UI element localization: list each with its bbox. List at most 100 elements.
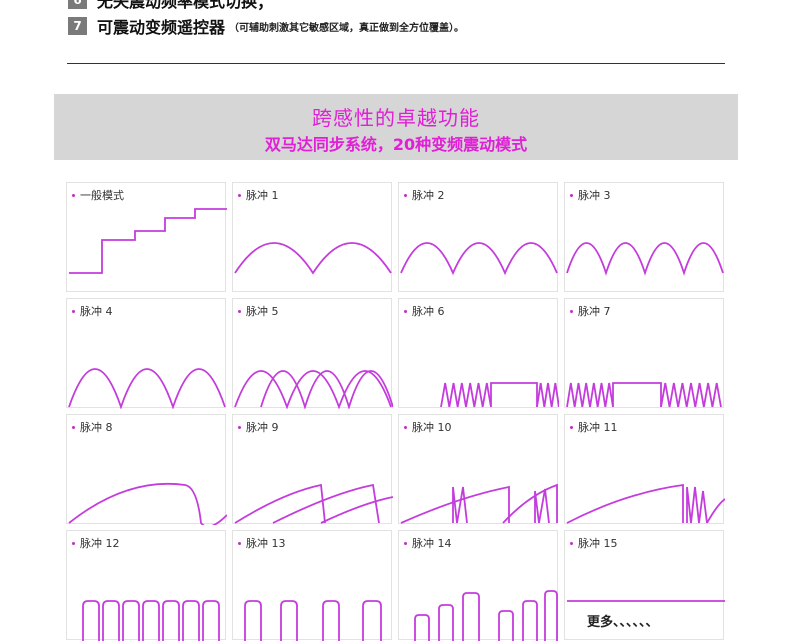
waveform-line — [498, 590, 558, 641]
waveform-line — [566, 483, 684, 524]
bullet-icon — [404, 193, 407, 197]
mode-tile: 一般模式 — [66, 182, 227, 292]
mode-tile: 脉冲 8 — [66, 414, 227, 525]
mode-label: 脉冲 10 — [404, 419, 452, 435]
waveform-line — [566, 242, 724, 276]
mode-label: 脉冲 8 — [72, 419, 113, 435]
mode-tile: 脉冲 10 — [398, 414, 558, 524]
mode-name: 一般模式 — [80, 189, 124, 202]
feature-note: （可辅助刺激其它敏感区域，真正做到全方位覆盖）。 — [229, 22, 465, 34]
mode-label: 脉冲 4 — [72, 303, 113, 319]
mode-name: 脉冲 2 — [412, 189, 445, 202]
waveform-line — [414, 592, 480, 641]
banner-subtitle: 双马达同步系统，20种变频震动模式 — [264, 135, 528, 154]
more-modes-text: 更多、、、、、、 — [587, 615, 659, 630]
bullet-icon — [72, 541, 75, 545]
waveform-line — [320, 496, 393, 524]
mode-tile: 脉冲 11 — [564, 414, 725, 524]
mode-tile: 脉冲 1 — [232, 182, 392, 292]
mode-tile: 脉冲 4 — [66, 298, 226, 409]
mode-label: 脉冲 14 — [404, 535, 452, 551]
feature-banner: 跨感性的卓越功能 双马达同步系统，20种变频震动模式 — [54, 94, 738, 160]
mode-name: 脉冲 7 — [578, 305, 611, 318]
waveform-line — [234, 370, 392, 409]
bullet-icon — [404, 541, 407, 545]
mode-name: 脉冲 6 — [412, 305, 445, 318]
mode-name: 脉冲 13 — [246, 537, 286, 550]
waveform-line — [400, 242, 558, 276]
mode-name: 脉冲 9 — [246, 421, 279, 434]
feature-title: 可震动变频遥控器 — [97, 18, 226, 37]
bullet-icon — [570, 309, 573, 313]
mode-tile: 脉冲 7 — [564, 298, 724, 408]
waveform-line — [244, 600, 382, 641]
mode-tile: 脉冲 14 — [398, 530, 558, 641]
mode-label: 脉冲 7 — [570, 303, 611, 319]
mode-label: 脉冲 11 — [570, 419, 618, 435]
banner-title: 跨感性的卓越功能 — [312, 106, 480, 130]
mode-name: 脉冲 11 — [578, 421, 618, 434]
waveform-line — [82, 600, 220, 641]
bullet-icon — [72, 193, 75, 197]
feature-item-7: 7 可震动变频遥控器 （可辅助刺激其它敏感区域，真正做到全方位覆盖）。 — [68, 16, 465, 37]
mode-tile: 脉冲 2 — [398, 182, 558, 292]
section-divider — [67, 63, 725, 64]
bullet-icon — [238, 309, 241, 313]
mode-label: 脉冲 2 — [404, 187, 445, 203]
mode-tile: 脉冲 13 — [232, 530, 392, 641]
mode-label: 脉冲 13 — [238, 535, 286, 551]
mode-tile: 脉冲 15 更多、、、、、、 — [564, 530, 725, 640]
mode-label: 一般模式 — [72, 187, 124, 203]
mode-name: 脉冲 4 — [80, 305, 113, 318]
waveform-line — [68, 368, 226, 409]
mode-name: 脉冲 10 — [412, 421, 452, 434]
mode-name: 脉冲 14 — [412, 537, 452, 550]
mode-name: 脉冲 12 — [80, 537, 120, 550]
mode-label: 脉冲 15 — [570, 535, 618, 551]
mode-label: 脉冲 6 — [404, 303, 445, 319]
number-badge: 7 — [68, 17, 87, 35]
waveform-line — [536, 382, 559, 408]
mode-name: 脉冲 15 — [578, 537, 618, 550]
mode-tile: 脉冲 6 — [398, 298, 559, 408]
bullet-icon — [404, 425, 407, 429]
mode-name: 脉冲 8 — [80, 421, 113, 434]
bullet-icon — [570, 425, 573, 429]
waveform-line — [440, 382, 538, 408]
mode-label: 脉冲 3 — [570, 187, 611, 203]
bullet-icon — [72, 309, 75, 313]
bullet-icon — [238, 541, 241, 545]
mode-name: 脉冲 3 — [578, 189, 611, 202]
bullet-icon — [72, 425, 75, 429]
waveform-line — [69, 208, 227, 274]
bullet-icon — [238, 425, 241, 429]
mode-tile: 脉冲 12 — [66, 530, 226, 641]
waveform-line — [686, 486, 708, 524]
mode-label: 脉冲 9 — [238, 419, 279, 435]
mode-tile: 脉冲 9 — [232, 414, 393, 524]
number-badge: 6 — [68, 0, 87, 9]
waveform-line — [452, 486, 468, 524]
bullet-icon — [238, 193, 241, 197]
waveform-line — [660, 382, 722, 408]
waveform-line — [706, 498, 725, 524]
waveform-line — [566, 382, 662, 408]
mode-label: 脉冲 12 — [72, 535, 120, 551]
waveform-line — [234, 242, 392, 275]
vibration-mode-grid: 一般模式 脉冲 1 脉冲 2 脉冲 3 脉冲 4 脉冲 5 脉冲 6 脉冲 7 脉冲 8 脉冲 9… — [66, 182, 726, 642]
feature-item-6: 6 无失震动频率模式切换； — [68, 0, 277, 11]
mode-name: 脉冲 5 — [246, 305, 279, 318]
feature-title: 无失震动频率模式切换； — [97, 0, 274, 11]
waveform-line — [234, 483, 326, 524]
mode-label: 脉冲 1 — [238, 187, 279, 203]
bullet-icon — [404, 309, 407, 313]
mode-name: 脉冲 1 — [246, 189, 279, 202]
bullet-icon — [570, 541, 573, 545]
waveform-line — [260, 370, 393, 409]
mode-label: 脉冲 5 — [238, 303, 279, 319]
waveform-line — [272, 483, 380, 524]
mode-tile: 脉冲 3 — [564, 182, 724, 292]
bullet-icon — [570, 193, 573, 197]
waveform-line — [68, 482, 227, 525]
mode-tile: 脉冲 5 — [232, 298, 393, 409]
